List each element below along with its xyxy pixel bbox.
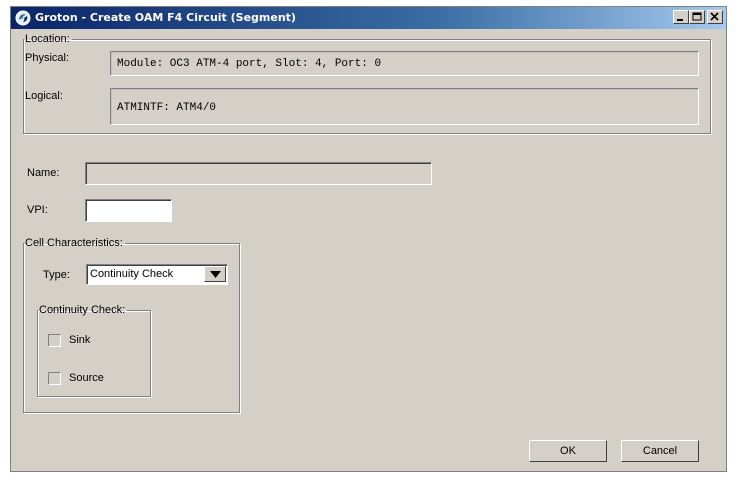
continuity-check-legend: Continuity Check: <box>39 304 126 316</box>
sink-checkbox[interactable] <box>48 334 61 347</box>
cancel-button[interactable]: Cancel <box>621 440 699 462</box>
close-icon <box>710 12 719 21</box>
physical-value: Module: OC3 ATM-4 port, Slot: 4, Port: 0 <box>117 58 382 70</box>
close-button[interactable] <box>707 10 723 24</box>
window-title: Groton - Create OAM F4 Circuit (Segment) <box>35 11 296 24</box>
vpi-field[interactable] <box>85 199 172 222</box>
name-field[interactable] <box>85 162 432 185</box>
sink-label[interactable]: Sink <box>69 334 90 346</box>
minimize-icon <box>677 19 683 21</box>
logical-value-box: ATMINTF: ATM4/0 <box>110 88 699 125</box>
maximize-button[interactable] <box>689 10 705 24</box>
chevron-down-icon <box>210 271 221 278</box>
maximize-icon <box>692 12 702 21</box>
vpi-label: VPI: <box>27 204 48 216</box>
name-label: Name: <box>27 167 60 179</box>
type-select-value: Continuity Check <box>90 268 174 280</box>
ok-button[interactable]: OK <box>529 440 607 462</box>
dialog-window: Groton - Create OAM F4 Circuit (Segment)… <box>10 6 727 472</box>
location-legend: Location: <box>25 33 70 45</box>
type-label: Type: <box>43 269 70 281</box>
cell-characteristics-legend: Cell Characteristics: <box>25 237 123 249</box>
physical-label: Physical: <box>25 52 70 64</box>
type-dropdown-button[interactable] <box>204 266 226 282</box>
logical-value: ATMINTF: ATM4/0 <box>117 102 217 114</box>
title-bar[interactable]: Groton - Create OAM F4 Circuit (Segment) <box>11 7 726 29</box>
source-label[interactable]: Source <box>69 372 104 384</box>
minimize-button[interactable] <box>673 10 689 24</box>
type-select[interactable]: Continuity Check <box>86 264 228 285</box>
physical-value-box: Module: OC3 ATM-4 port, Slot: 4, Port: 0 <box>110 51 699 76</box>
logical-label: Logical: <box>25 90 63 102</box>
app-icon <box>15 10 31 26</box>
source-checkbox[interactable] <box>48 372 61 385</box>
